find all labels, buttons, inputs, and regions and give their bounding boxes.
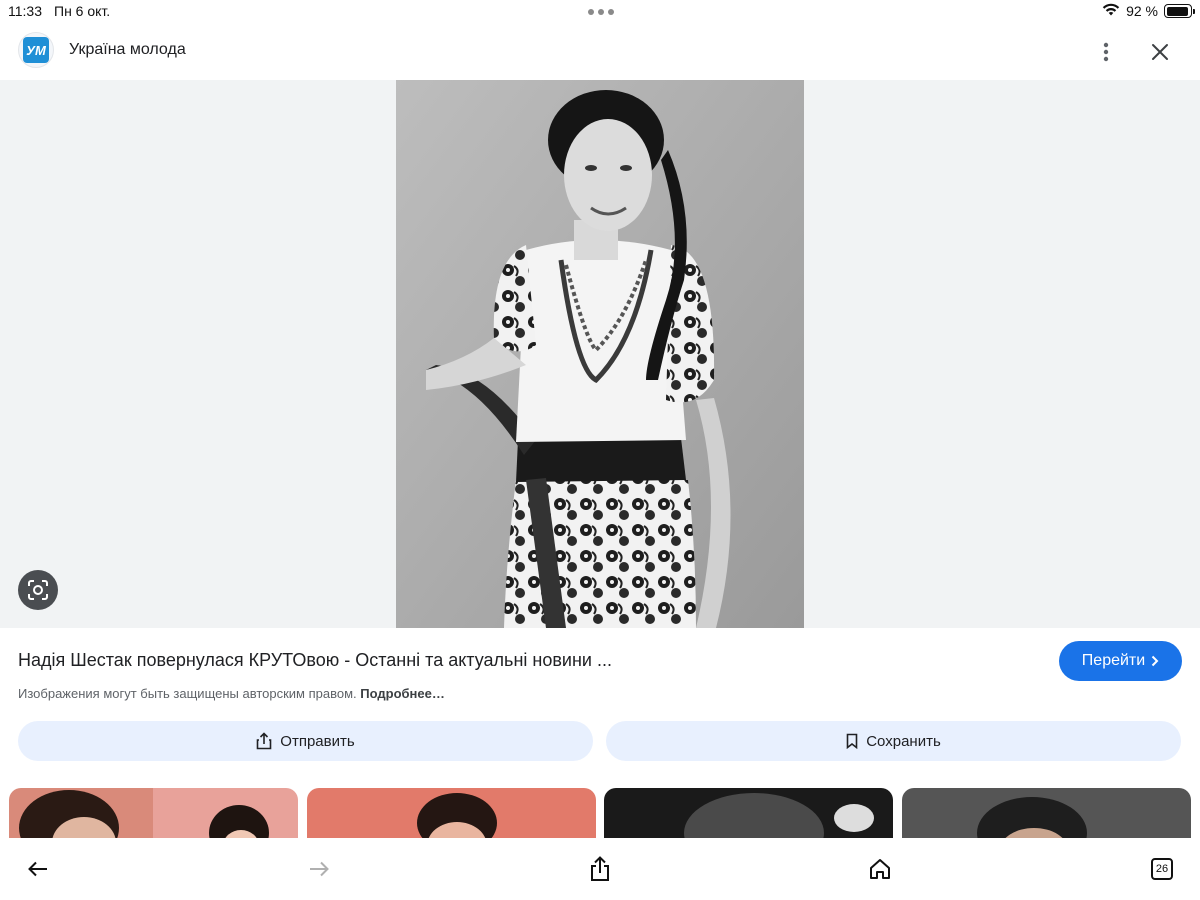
share-page-button[interactable] [582, 852, 618, 886]
related-thumbnail[interactable] [307, 788, 596, 838]
visit-button[interactable]: Перейти [1059, 641, 1182, 681]
back-button[interactable] [20, 852, 56, 886]
status-time: 11:33 [8, 3, 42, 19]
forward-arrow-icon [310, 861, 329, 877]
google-lens-button[interactable] [18, 570, 58, 610]
status-indicators: 92 % [1102, 3, 1195, 19]
close-icon [1152, 44, 1168, 60]
site-logo-mark: УМ [23, 37, 49, 63]
site-logo[interactable]: УМ [18, 32, 54, 68]
related-thumbnail[interactable] [902, 788, 1191, 838]
battery-percent: 92 % [1126, 3, 1158, 19]
save-button-label: Сохранить [866, 732, 941, 750]
home-button[interactable] [862, 852, 898, 886]
share-icon [591, 856, 609, 881]
status-date: Пн 6 окт. [54, 3, 111, 19]
save-button[interactable]: Сохранить [606, 721, 1181, 761]
site-name[interactable]: Україна молода [69, 41, 186, 59]
back-arrow-icon [28, 861, 47, 877]
forward-button[interactable] [301, 852, 337, 886]
battery-icon [1164, 4, 1195, 18]
main-photo[interactable] [396, 80, 804, 628]
lens-icon [28, 580, 48, 600]
tabs-button[interactable]: 26 [1144, 852, 1180, 886]
home-icon [870, 859, 890, 879]
more-options-button[interactable] [1090, 36, 1122, 68]
copyright-notice: Изображения могут быть защищены авторски… [18, 686, 445, 701]
close-button[interactable] [1144, 36, 1176, 68]
related-thumbnail[interactable] [604, 788, 893, 838]
multitasking-dots[interactable] [588, 9, 614, 15]
learn-more-link[interactable]: Подробнее… [360, 686, 445, 701]
copyright-text: Изображения могут быть защищены авторски… [18, 686, 357, 701]
share-button-label: Отправить [280, 732, 355, 750]
site-header: УМ Україна молода [0, 24, 1200, 80]
image-viewer[interactable] [0, 80, 1200, 628]
visit-button-label: Перейти [1081, 652, 1146, 669]
wifi-icon [1102, 3, 1120, 19]
chevron-right-icon [1151, 655, 1159, 667]
share-icon [256, 732, 272, 750]
related-thumbnail[interactable] [9, 788, 298, 838]
related-images [0, 788, 1200, 838]
status-bar: 11:33 Пн 6 окт. 92 % [0, 0, 1200, 24]
tabs-icon: 26 [1151, 858, 1173, 880]
bookmark-icon [846, 733, 858, 749]
share-button[interactable]: Отправить [18, 721, 593, 761]
more-vert-icon [1103, 42, 1109, 62]
bottom-toolbar: 26 [0, 838, 1200, 900]
result-title[interactable]: Надія Шестак повернулася КРУТОвою - Оста… [18, 650, 612, 671]
